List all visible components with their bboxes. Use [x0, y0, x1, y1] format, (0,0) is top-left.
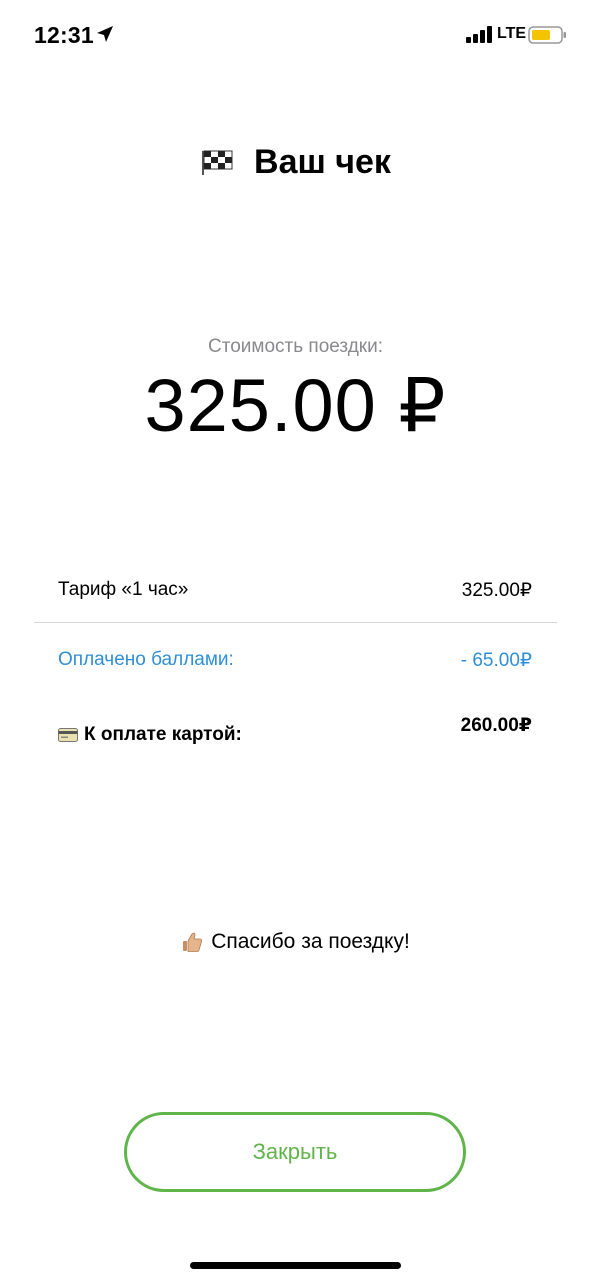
- thumbs-up-icon: [183, 932, 203, 952]
- signal-strength-icon: [466, 26, 492, 43]
- network-type: LTE: [497, 25, 527, 42]
- thanks-text: Спасибо за поездку!: [211, 930, 410, 953]
- thanks-message: Спасибо за поездку!: [0, 930, 591, 959]
- card-payment-row: К оплате картой: 260.00₽: [58, 714, 532, 758]
- trip-cost-label: Стоимость поездки:: [208, 336, 383, 357]
- checkered-flag-icon: [202, 150, 233, 175]
- location-arrow-icon: [97, 26, 113, 42]
- card-payment-label: К оплате картой:: [84, 724, 242, 745]
- home-indicator[interactable]: [190, 1262, 401, 1269]
- points-value: - 65.00₽: [460, 649, 532, 671]
- page-title: Ваш чек: [254, 143, 391, 181]
- card-payment-value: 260.00₽: [460, 715, 532, 736]
- status-time: 12:31: [34, 22, 94, 48]
- points-label: Оплачено баллами:: [58, 649, 234, 670]
- tariff-value: 325.00₽: [461, 579, 532, 601]
- points-row: Оплачено баллами: - 65.00₽: [58, 646, 532, 674]
- tariff-label: Тариф «1 час»: [58, 579, 189, 600]
- header: Ваш чек: [0, 140, 591, 184]
- close-button[interactable]: Закрыть: [124, 1112, 466, 1192]
- credit-card-icon: [58, 728, 78, 742]
- divider: [34, 622, 557, 623]
- trip-cost-amount: 325.00 ₽: [144, 364, 447, 447]
- tariff-row: Тариф «1 час» 325.00₽: [58, 576, 532, 604]
- status-bar: 12:31 LTE: [0, 0, 591, 70]
- battery-icon: [528, 26, 566, 44]
